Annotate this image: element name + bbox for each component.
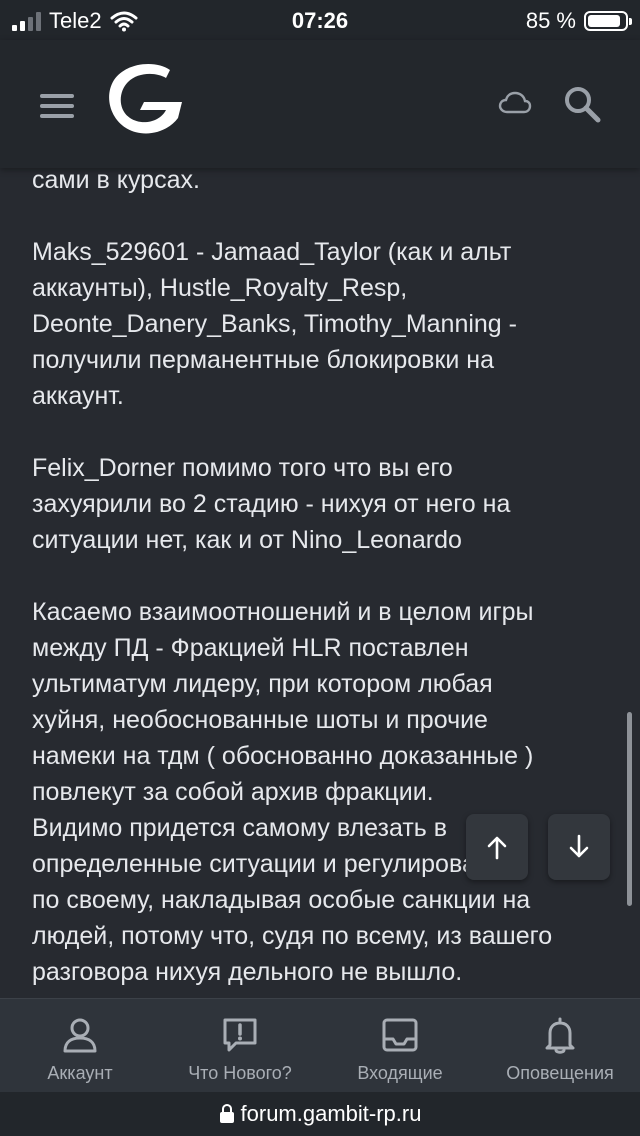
browser-url-bar[interactable]: forum.gambit-rp.ru	[0, 1092, 640, 1136]
post-paragraph: сами в курсах.	[32, 168, 200, 194]
bell-icon	[545, 1017, 575, 1054]
nav-item-inbox[interactable]: Входящие	[320, 999, 480, 1093]
nav-label: Что Нового?	[188, 1063, 292, 1083]
nav-item-whats-new[interactable]: Что Нового?	[160, 999, 320, 1093]
bottom-navigation: Аккаунт Что Нового? Входящие Оповещения	[0, 998, 640, 1093]
scroll-up-button[interactable]	[466, 814, 528, 880]
nav-label: Входящие	[357, 1063, 443, 1083]
user-icon	[63, 1018, 97, 1053]
post-paragraph: Felix_Dorner помимо того что вы его заху…	[32, 454, 511, 554]
inbox-icon	[382, 1018, 418, 1052]
gambit-logo[interactable]	[104, 60, 186, 136]
alert-message-icon	[223, 1018, 257, 1052]
arrow-down-icon	[569, 834, 589, 858]
post-paragraph: Maks_529601 - Jamaad_Taylor (как и альт …	[32, 238, 517, 410]
nav-item-alerts[interactable]: Оповещения	[480, 999, 640, 1093]
menu-icon[interactable]	[40, 92, 76, 120]
lock-icon	[219, 1104, 234, 1123]
arrow-up-icon	[487, 836, 507, 860]
status-bar: Tele2 07:26 85 %	[0, 0, 640, 40]
battery-percent: 85 %	[525, 8, 576, 33]
battery-icon	[584, 11, 632, 31]
scroll-down-button[interactable]	[548, 814, 610, 880]
post-content-area: сами в курсах. Maks_529601 - Jamaad_Tayl…	[0, 168, 640, 998]
nav-item-account[interactable]: Аккаунт	[0, 999, 160, 1093]
nav-label: Аккаунт	[47, 1063, 113, 1083]
scrollbar[interactable]	[627, 712, 632, 906]
post-paragraph: Касаемо взаимоотношений и в целом игры м…	[32, 598, 534, 806]
nav-label: Оповещения	[506, 1063, 614, 1083]
url-text: forum.gambit-rp.ru	[240, 1101, 422, 1126]
search-icon[interactable]	[562, 84, 602, 124]
cloud-icon[interactable]	[498, 90, 532, 116]
site-header	[0, 40, 640, 168]
